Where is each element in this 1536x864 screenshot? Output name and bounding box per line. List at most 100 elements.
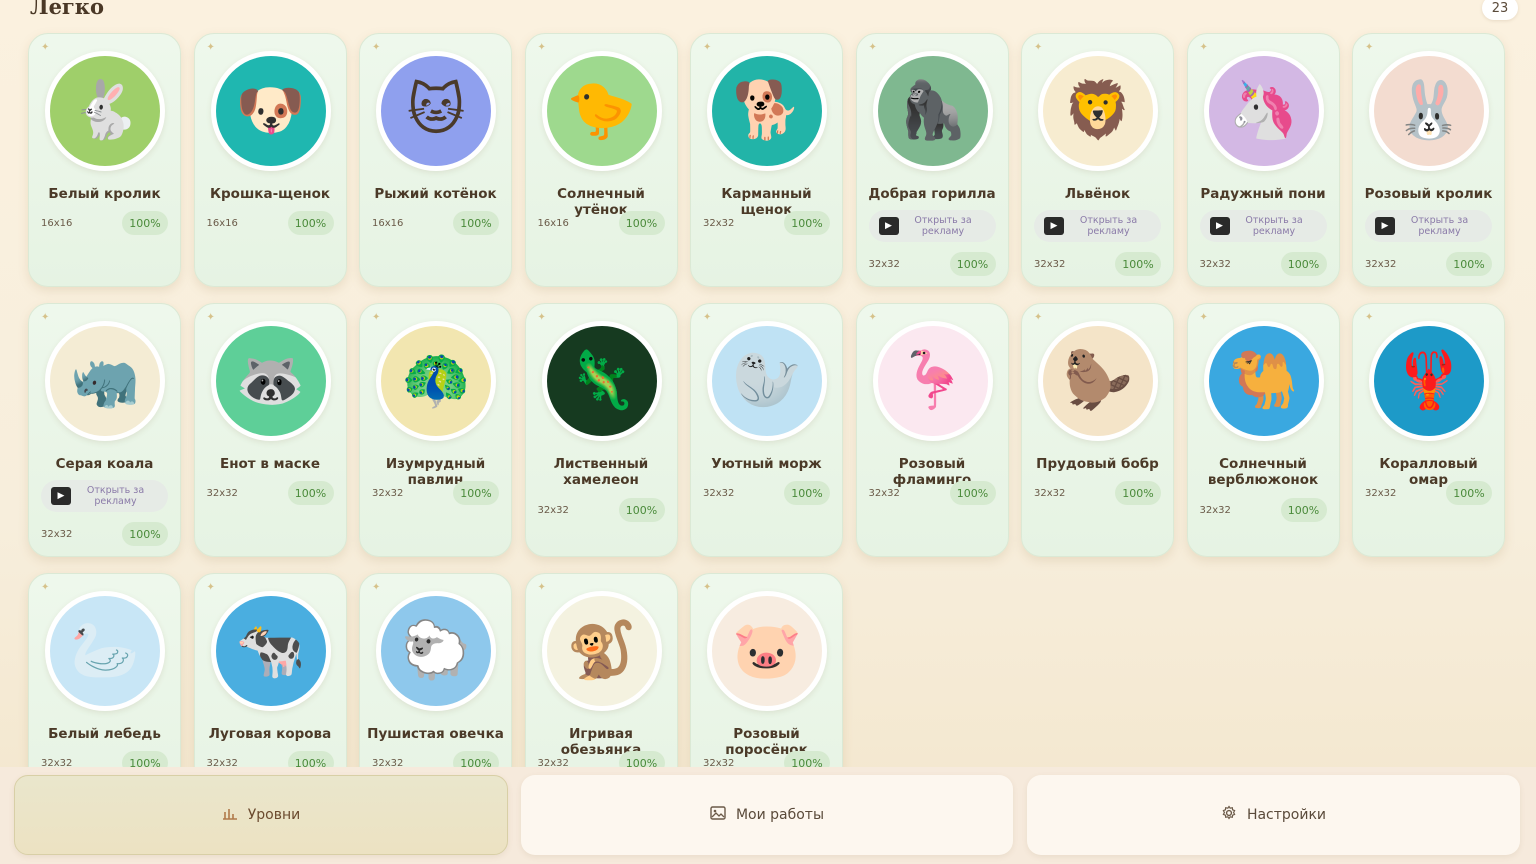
sparkle-icon: ✦ — [537, 582, 546, 593]
level-thumbnail: 🐇 — [45, 51, 165, 171]
level-card[interactable]: ✦ 🦍 Добрая горилла ▶ Открыть за рекламу 32x32… — [855, 33, 1009, 287]
level-title: Радужный пони — [1200, 186, 1326, 202]
level-thumbnail: 🦍 — [872, 51, 993, 171]
grid-size-label: 16x16 — [41, 217, 73, 229]
pixel-art-image: 🦚 — [381, 326, 491, 436]
pixel-art-image: 🦝 — [215, 326, 326, 436]
level-meta: 32x32 100% — [207, 481, 334, 505]
watch-ad-label: Открыть за рекламу — [1245, 215, 1303, 237]
sparkle-icon: ✦ — [868, 42, 877, 53]
video-ad-icon: ▶ — [878, 217, 899, 235]
level-card[interactable]: ✦ 🐤 Солнечный утёнок 16x16 100% — [524, 33, 678, 287]
pixel-art-image: 🐱 — [381, 56, 491, 166]
level-card[interactable]: ✦ 🐱 Рыжий котёнок 16x16 100% — [359, 33, 512, 287]
level-card[interactable]: ✦ 🦎 Лиственный хамелеон 32x32 100% — [524, 303, 678, 557]
level-thumbnail: 🦭 — [707, 321, 827, 441]
level-thumbnail: 🐷 — [707, 591, 827, 711]
progress-badge: 100% — [1280, 252, 1327, 276]
level-card[interactable]: ✦ 🦫 Прудовый бобр 32x32 100% — [1021, 303, 1174, 557]
level-thumbnail: 🦎 — [541, 321, 662, 441]
sparkle-icon: ✦ — [1199, 312, 1208, 323]
settings-tab[interactable]: Настройки — [1027, 775, 1520, 855]
level-title: Лиственный хамелеон — [553, 456, 649, 488]
grid-size-label: 16x16 — [206, 217, 238, 229]
pixel-art-image: 🐤 — [546, 56, 657, 166]
video-ad-icon: ▶ — [51, 487, 71, 505]
sparkle-icon: ✦ — [703, 42, 712, 53]
level-card[interactable]: ✦ 🦝 Енот в маске 32x32 100% — [193, 303, 347, 557]
level-card[interactable]: ✦ 🦏 Серая коала ▶ Открыть за рекламу 32x32 100… — [28, 303, 181, 557]
level-title: Добрая горилла — [868, 186, 996, 202]
level-title: Львёнок — [1064, 186, 1131, 202]
watch-ad-button[interactable]: ▶ Открыть за рекламу — [1199, 210, 1327, 242]
level-card[interactable]: ✦ 🦩 Розовый фламинго 32x32 100% — [855, 303, 1009, 557]
level-card[interactable]: ✦ 🦄 Радужный пони ▶ Открыть за рекламу 32x32 1… — [1186, 33, 1340, 287]
progress-badge: 100% — [1115, 481, 1161, 505]
progress-badge: 100% — [287, 211, 334, 235]
sparkle-icon: ✦ — [206, 42, 215, 53]
grid-size-label: 32x32 — [41, 528, 73, 540]
level-card[interactable]: ✦ 🦭 Уютный морж 32x32 100% — [690, 303, 843, 557]
level-thumbnail: 🦏 — [45, 321, 165, 441]
level-thumbnail: 🦄 — [1203, 51, 1324, 171]
level-meta: 32x32 100% — [1365, 252, 1492, 276]
progress-badge: 100% — [618, 498, 665, 522]
sparkle-icon: ✦ — [1199, 42, 1208, 53]
level-thumbnail: 🐫 — [1203, 321, 1324, 441]
level-thumbnail: 🐕 — [707, 51, 827, 171]
level-meta: 16x16 100% — [207, 211, 334, 235]
grid-size-label: 32x32 — [1365, 258, 1397, 270]
pixel-art-image: 🐄 — [215, 596, 326, 706]
pixel-art-image: 🦩 — [877, 326, 988, 436]
levels-tab[interactable]: Уровни — [14, 775, 508, 855]
my-works-tab[interactable]: Мои работы — [521, 775, 1013, 855]
level-title: Рыжий котёнок — [374, 186, 497, 202]
level-meta: 16x16 100% — [41, 211, 168, 235]
level-meta: 32x32 100% — [1200, 498, 1327, 522]
level-card[interactable]: ✦ 🐫 Солнечный верблюжонок 32x32 100% — [1186, 303, 1340, 557]
grid-size-label: 32x32 — [1034, 258, 1066, 270]
progress-badge: 100% — [949, 252, 996, 276]
sparkle-icon: ✦ — [372, 42, 381, 53]
level-thumbnail: 🦚 — [376, 321, 496, 441]
grid-size-label: 32x32 — [1199, 258, 1231, 270]
sparkle-icon: ✦ — [206, 582, 215, 593]
progress-badge: 100% — [949, 481, 996, 505]
watch-ad-button[interactable]: ▶ Открыть за рекламу — [868, 210, 996, 242]
progress-badge: 100% — [453, 211, 499, 235]
sparkle-icon: ✦ — [868, 312, 877, 323]
levels-tab-label: Уровни — [247, 807, 301, 823]
sparkle-icon: ✦ — [537, 42, 546, 53]
level-card[interactable]: ✦ 🐕 Карманный щенок 32x32 100% — [690, 33, 843, 287]
grid-size-label: 32x32 — [868, 258, 900, 270]
sparkle-icon: ✦ — [372, 582, 381, 593]
level-card[interactable]: ✦ 🦁 Львёнок ▶ Открыть за рекламу 32x32 100% — [1021, 33, 1174, 287]
level-meta: 32x32 100% — [869, 481, 996, 505]
pixel-art-image: 🦁 — [1043, 56, 1153, 166]
pixel-art-image: 🐰 — [1374, 56, 1484, 166]
grid-size-label: 32x32 — [1199, 504, 1231, 516]
level-card[interactable]: ✦ 🐇 Белый кролик 16x16 100% — [28, 33, 181, 287]
grid-size-label: 32x32 — [703, 217, 735, 229]
sparkle-icon: ✦ — [537, 312, 546, 323]
count-badge: 23 — [1482, 0, 1518, 20]
level-thumbnail: 🐒 — [541, 591, 662, 711]
gear-icon — [1221, 805, 1237, 825]
watch-ad-button[interactable]: ▶ Открыть за рекламу — [41, 480, 168, 512]
grid-size-label: 16x16 — [372, 217, 404, 229]
pixel-art-image: 🦢 — [50, 596, 160, 706]
level-card[interactable]: ✦ 🦚 Изумрудный павлин 32x32 100% — [359, 303, 512, 557]
level-thumbnail: 🦁 — [1038, 51, 1158, 171]
watch-ad-button[interactable]: ▶ Открыть за рекламу — [1365, 210, 1492, 242]
pixel-art-image: 🐶 — [215, 56, 326, 166]
level-card[interactable]: ✦ 🐰 Розовый кролик ▶ Открыть за рекламу 32x32… — [1352, 33, 1505, 287]
level-card[interactable]: ✦ 🐶 Крошка-щенок 16x16 100% — [193, 33, 347, 287]
level-title: Белый лебедь — [48, 726, 161, 742]
section-title: Легко — [30, 0, 104, 19]
progress-badge: 100% — [1280, 498, 1327, 522]
watch-ad-button[interactable]: ▶ Открыть за рекламу — [1034, 210, 1161, 242]
level-card[interactable]: ✦ 🦞 Коралловый омар 32x32 100% — [1352, 303, 1505, 557]
sparkle-icon: ✦ — [206, 312, 215, 323]
sparkle-icon: ✦ — [41, 42, 50, 53]
grid-size-label: 32x32 — [703, 487, 735, 499]
